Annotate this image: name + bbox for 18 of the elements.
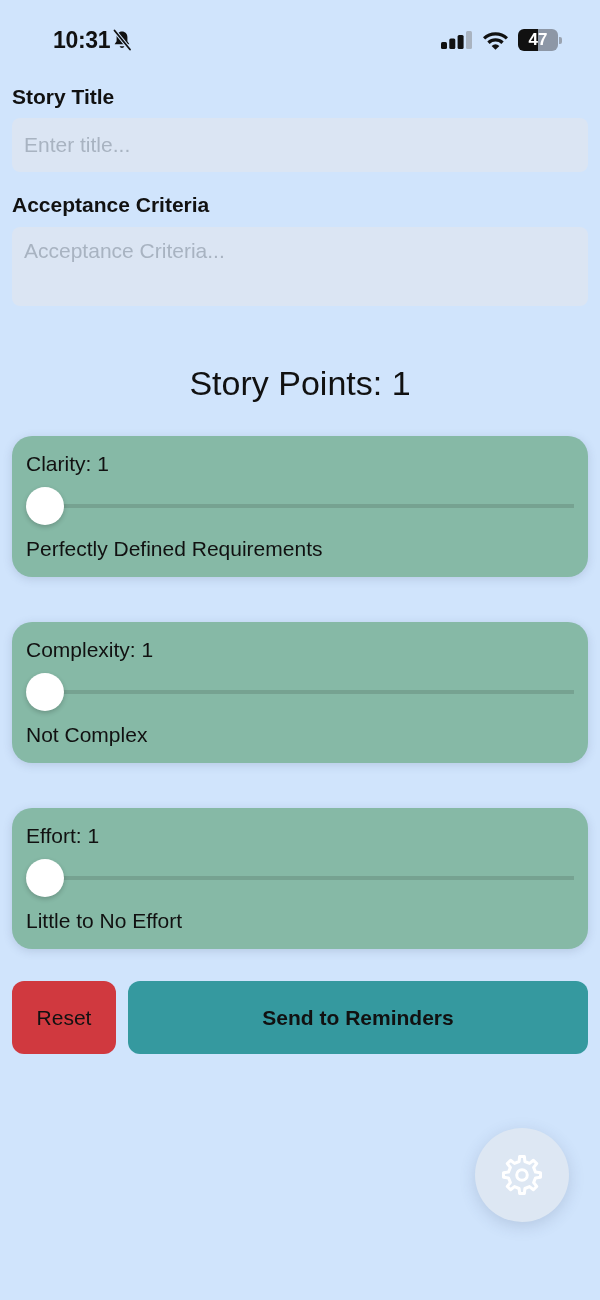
- send-button[interactable]: Send to Reminders: [128, 981, 588, 1054]
- reset-button[interactable]: Reset: [12, 981, 116, 1054]
- settings-icon: [501, 1154, 543, 1196]
- slider-thumb[interactable]: [26, 673, 64, 711]
- signal-icon: [441, 31, 472, 49]
- field-label: Acceptance Criteria: [12, 193, 211, 217]
- slider-thumb[interactable]: [26, 859, 64, 897]
- status-time: 10:31: [53, 26, 111, 54]
- factor-label: Complexity: 1: [26, 638, 155, 662]
- factor-label: Effort: 1: [26, 824, 101, 848]
- factor-description: Perfectly Defined Requirements: [26, 537, 324, 561]
- factor-description: Not Complex: [26, 723, 149, 747]
- factor-label: Clarity: 1: [26, 452, 110, 476]
- wifi-icon: [482, 30, 509, 50]
- field-label: Story Title: [12, 85, 116, 109]
- factor-description: Little to No Effort: [26, 909, 184, 933]
- story-points-heading: Story Points: 1: [188, 363, 412, 403]
- slider-thumb[interactable]: [26, 487, 64, 525]
